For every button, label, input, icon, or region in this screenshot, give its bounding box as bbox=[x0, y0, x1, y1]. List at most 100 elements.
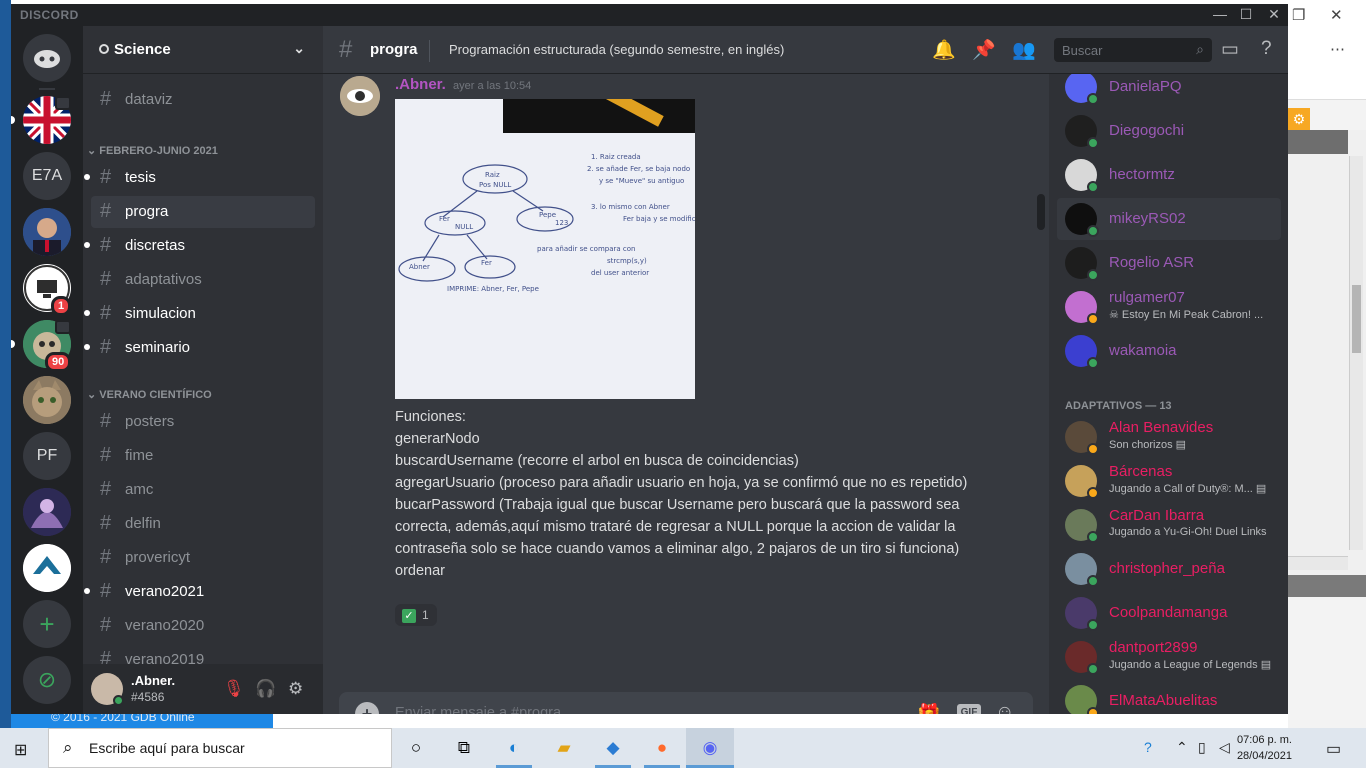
background-bar bbox=[1288, 575, 1366, 597]
app-brand: DISCORD bbox=[20, 8, 79, 22]
guild-art[interactable] bbox=[23, 488, 71, 536]
channel-fime[interactable]: # fime bbox=[91, 440, 315, 472]
member-list: DanielaPQ Diegogochi hectormtz mikeyRS02… bbox=[1049, 74, 1288, 714]
headphones-icon[interactable]: 🎧 bbox=[255, 679, 276, 699]
help-icon[interactable]: ? bbox=[1261, 38, 1272, 60]
inbox-icon[interactable]: ▭ bbox=[1221, 38, 1239, 61]
close-icon[interactable]: ✕ bbox=[1330, 6, 1343, 24]
member-hectormtz[interactable]: hectormtz bbox=[1057, 154, 1281, 196]
battery-icon[interactable]: ▯ bbox=[1198, 739, 1206, 756]
message-line: generarNodo bbox=[395, 431, 480, 447]
member-danielapq[interactable]: DanielaPQ bbox=[1057, 74, 1281, 108]
member-rogelio-asr[interactable]: Rogelio ASR bbox=[1057, 242, 1281, 284]
avatar[interactable] bbox=[340, 76, 380, 116]
app-icon[interactable]: ● bbox=[649, 736, 675, 760]
search-input[interactable]: Buscar ⌕ bbox=[1054, 38, 1212, 62]
separator bbox=[39, 88, 55, 90]
message-attachment-image[interactable]: Raiz Pos NULL Fer NULL Pepe 123 Abner Fe… bbox=[395, 99, 695, 399]
channel-dataviz[interactable]: # dataviz bbox=[91, 84, 315, 116]
message-input[interactable]: Enviar mensaje a #progra bbox=[395, 705, 561, 714]
bell-icon[interactable]: 🔔 bbox=[932, 38, 956, 62]
channel-simulacion[interactable]: # simulacion bbox=[84, 298, 315, 330]
message-content: Funciones: generarNodo buscardUsername (… bbox=[395, 406, 995, 582]
pin-icon[interactable]: 📌 bbox=[972, 38, 996, 62]
minimize-button[interactable]: — bbox=[1208, 6, 1232, 22]
mention-badge: 1 bbox=[51, 296, 72, 316]
help-tray-icon[interactable]: ? bbox=[1144, 739, 1152, 755]
channel-discretas[interactable]: # discretas bbox=[84, 230, 315, 262]
background-scrollbar[interactable] bbox=[1349, 156, 1363, 550]
unread-indicator bbox=[84, 174, 90, 180]
member-rulgamer07[interactable]: rulgamer07 ☠ Estoy En Mi Peak Cabron! ..… bbox=[1057, 286, 1281, 328]
channel-tesis[interactable]: # tesis bbox=[84, 162, 315, 194]
member-elmataabuelitas[interactable]: ElMataAbuelitas bbox=[1057, 680, 1281, 714]
task-view-icon[interactable]: ⧉ bbox=[451, 736, 477, 760]
taskbar-search-input[interactable]: ⌕ Escribe aquí para buscar bbox=[48, 728, 392, 768]
attach-plus-icon[interactable]: + bbox=[355, 702, 379, 714]
member-coolpandamanga[interactable]: Coolpandamanga bbox=[1057, 592, 1281, 634]
art-icon bbox=[23, 488, 71, 536]
message-line: agregarUsuario (proceso para añadir usua… bbox=[395, 475, 968, 491]
discord-taskbar-button[interactable]: ◉ bbox=[686, 728, 734, 768]
member-alan-benavides[interactable]: Alan Benavides Son chorizos ▤ bbox=[1057, 416, 1281, 458]
channel-amc[interactable]: # amc bbox=[91, 474, 315, 506]
channel-seminario[interactable]: # seminario bbox=[84, 332, 315, 364]
channel-sidebar: Science ⌄ # dataviz ⌄ FEBRERO-JUNIO 2021 … bbox=[83, 26, 323, 714]
vscode-icon[interactable]: ◆ bbox=[600, 736, 626, 760]
unread-indicator bbox=[84, 242, 90, 248]
guild-cat[interactable] bbox=[23, 376, 71, 424]
member-christopher-pena[interactable]: christopher_peña bbox=[1057, 548, 1281, 590]
background-hscrollbar[interactable] bbox=[1288, 556, 1348, 570]
settings-gear-icon[interactable]: ⚙ bbox=[288, 679, 303, 699]
restore-icon[interactable]: ❐ bbox=[1292, 6, 1305, 24]
guild-portrait[interactable] bbox=[23, 208, 71, 256]
guild-pf[interactable]: PF bbox=[23, 432, 71, 480]
discord-home-button[interactable] bbox=[23, 34, 71, 82]
add-server-button[interactable]: + bbox=[23, 600, 71, 648]
member-barcenas[interactable]: Bárcenas Jugando a Call of Duty®: M... ▤ bbox=[1057, 460, 1281, 502]
server-header[interactable]: Science ⌄ bbox=[83, 26, 323, 74]
explore-servers-button[interactable]: ⊘ bbox=[23, 656, 71, 704]
member-wakamoia[interactable]: wakamoia bbox=[1057, 330, 1281, 372]
maximize-button[interactable]: ☐ bbox=[1234, 6, 1258, 23]
category-febrero-junio[interactable]: ⌄ FEBRERO-JUNIO 2021 bbox=[87, 144, 218, 157]
members-icon[interactable]: 👥 bbox=[1012, 38, 1036, 62]
member-cardan-ibarra[interactable]: CarDan Ibarra Jugando a Yu-Gi-Oh! Duel L… bbox=[1057, 504, 1281, 546]
mute-microphone-icon[interactable]: 🎙 bbox=[223, 679, 245, 699]
reaction-button[interactable]: ✓ 1 bbox=[395, 604, 437, 626]
emoji-icon[interactable]: ☺ bbox=[995, 702, 1014, 714]
message-author[interactable]: .Abner. bbox=[395, 76, 446, 93]
message-composer[interactable]: + Enviar mensaje a #progra 🎁 GIF ☺ bbox=[339, 692, 1033, 714]
chat-scrollbar-thumb[interactable] bbox=[1037, 194, 1045, 230]
guild-e7a[interactable]: E7A bbox=[23, 152, 71, 200]
file-explorer-icon[interactable]: ▰ bbox=[551, 736, 577, 760]
member-dantport2899[interactable]: dantport2899 Jugando a League of Legends… bbox=[1057, 636, 1281, 678]
channel-delfin[interactable]: # delfin bbox=[91, 508, 315, 540]
channel-posters[interactable]: # posters bbox=[91, 406, 315, 438]
windows-start-icon[interactable]: ⊞ bbox=[14, 740, 27, 760]
gift-icon[interactable]: 🎁 bbox=[917, 702, 941, 714]
member-activity: Jugando a Call of Duty®: M... ▤ bbox=[1109, 483, 1267, 495]
background-scrollbar-thumb[interactable] bbox=[1352, 285, 1361, 353]
channel-verano2021[interactable]: # verano2021 bbox=[84, 576, 315, 608]
edge-browser-icon[interactable]: ◐ bbox=[501, 736, 527, 760]
notifications-icon[interactable]: ▭ bbox=[1326, 739, 1341, 759]
gif-button[interactable]: GIF bbox=[957, 704, 981, 714]
category-verano-cientifico[interactable]: ⌄ VERANO CIENTÍFICO bbox=[87, 388, 212, 401]
close-button[interactable]: ✕ bbox=[1262, 6, 1286, 23]
guild-warframe[interactable] bbox=[23, 544, 71, 592]
channel-adaptativos[interactable]: # adaptativos bbox=[91, 264, 315, 296]
channel-progra[interactable]: # progra bbox=[91, 196, 315, 228]
chevron-down-icon[interactable]: ⌄ bbox=[293, 40, 305, 57]
clock[interactable]: 07:06 p. m. 28/04/2021 bbox=[1236, 732, 1292, 764]
more-icon[interactable]: ⋯ bbox=[1330, 40, 1345, 58]
gear-icon[interactable]: ⚙ bbox=[1288, 108, 1310, 130]
channel-verano2020[interactable]: # verano2020 bbox=[91, 610, 315, 642]
channel-provericyt[interactable]: # provericyt bbox=[91, 542, 315, 574]
online-status-icon bbox=[1087, 181, 1099, 193]
cortana-icon[interactable]: ○ bbox=[403, 736, 429, 760]
member-mikeyrs02[interactable]: mikeyRS02 bbox=[1057, 198, 1281, 240]
member-diegogochi[interactable]: Diegogochi bbox=[1057, 110, 1281, 152]
chevron-up-icon[interactable]: ⌃ bbox=[1176, 739, 1188, 756]
volume-icon[interactable]: ◁ bbox=[1219, 739, 1230, 756]
